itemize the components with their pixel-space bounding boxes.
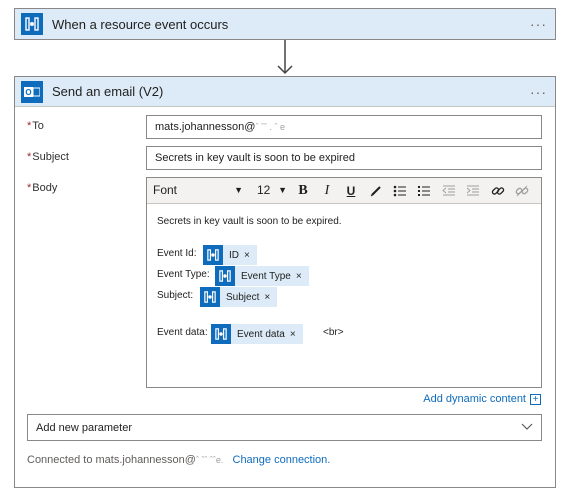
add-dynamic-content-label: Add dynamic content xyxy=(423,393,526,405)
to-value: mats.johannesson@ xyxy=(155,121,256,133)
more-options-icon[interactable]: ··· xyxy=(530,16,547,32)
to-label: *To xyxy=(27,120,44,132)
link-icon xyxy=(491,187,505,195)
down-arrow-icon xyxy=(277,40,293,75)
trigger-title: When a resource event occurs xyxy=(52,16,229,32)
bullet-list-icon xyxy=(393,185,406,197)
bold-button[interactable]: B xyxy=(293,181,313,201)
connection-redacted: ˆ ˆˆ ˆˆe. xyxy=(195,455,224,465)
event-grid-icon xyxy=(203,245,223,265)
trigger-card[interactable]: When a resource event occurs ··· xyxy=(14,8,556,40)
event-id-label: Event Id: xyxy=(157,248,197,259)
add-dynamic-content-link[interactable]: Add dynamic content + xyxy=(423,393,541,405)
italic-button[interactable]: I xyxy=(317,181,337,201)
increase-indent-button[interactable] xyxy=(463,181,483,201)
event-grid-icon xyxy=(200,287,220,307)
subject-field[interactable]: Secrets in key vault is soon to be expir… xyxy=(146,146,542,170)
caret-down-icon: ▼ xyxy=(278,185,287,195)
pen-icon xyxy=(370,186,381,197)
body-label-text: Body xyxy=(32,182,58,194)
event-grid-icon xyxy=(215,266,235,286)
remove-token-icon[interactable]: × xyxy=(264,292,270,303)
subject-value: Secrets in key vault is soon to be expir… xyxy=(155,152,355,164)
numbered-list-button[interactable] xyxy=(414,181,434,201)
required-marker: * xyxy=(27,151,32,163)
dynamic-token-event-type[interactable]: Event Type × xyxy=(215,266,309,286)
to-label-text: To xyxy=(32,120,44,132)
font-size-select[interactable]: 12 ▼ xyxy=(257,183,287,197)
required-marker: * xyxy=(27,182,32,194)
event-data-label: Event data: xyxy=(157,327,208,338)
subject-label: *Subject xyxy=(27,151,69,163)
bullet-list-button[interactable] xyxy=(390,181,410,201)
connection-info: Connected to mats.johannesson@ˆ ˆˆ ˆˆe. … xyxy=(27,454,330,466)
indent-icon xyxy=(466,185,479,196)
change-connection-link[interactable]: Change connection. xyxy=(233,454,331,466)
outlook-icon: O xyxy=(21,80,43,103)
event-grid-icon xyxy=(211,324,231,344)
token-label: Event Type xyxy=(241,270,291,282)
to-redacted: ˆ ˇˇ . ˆ e xyxy=(255,122,285,132)
body-editor[interactable]: Font ▼ 12 ▼ B I U Secrets in key vault i… xyxy=(146,177,542,388)
br-tag: <br> xyxy=(323,327,344,338)
dynamic-token-id[interactable]: ID × xyxy=(203,245,257,265)
add-new-parameter-label: Add new parameter xyxy=(36,422,132,434)
unlink-icon xyxy=(515,185,529,197)
chevron-down-icon xyxy=(521,423,533,430)
decrease-indent-button[interactable] xyxy=(439,181,459,201)
to-field[interactable]: mats.johannesson@ˆ ˇˇ . ˆ e xyxy=(146,115,542,139)
token-label: Subject xyxy=(226,291,260,303)
action-title: Send an email (V2) xyxy=(52,84,164,99)
remove-token-icon[interactable]: × xyxy=(290,329,296,340)
highlight-button[interactable] xyxy=(366,181,386,201)
subject-body-label: Subject: xyxy=(157,290,194,301)
caret-down-icon: ▼ xyxy=(234,185,243,195)
link-button[interactable] xyxy=(488,181,508,201)
editor-toolbar: Font ▼ 12 ▼ B I U xyxy=(147,178,541,204)
font-value: Font xyxy=(153,183,178,197)
svg-text:O: O xyxy=(25,88,31,97)
font-select[interactable]: Font ▼ xyxy=(153,183,243,197)
remove-token-icon[interactable]: × xyxy=(244,250,250,261)
connection-text: Connected to mats.johannesson@ xyxy=(27,454,196,466)
send-email-card: O Send an email (V2) ··· *To mats.johann… xyxy=(14,76,556,488)
numbered-list-icon xyxy=(418,186,430,196)
plus-icon: + xyxy=(530,393,541,405)
dynamic-token-event-data[interactable]: Event data × xyxy=(211,324,303,344)
token-label: Event data xyxy=(237,328,285,340)
event-type-label: Event Type: xyxy=(157,269,210,280)
remove-token-icon[interactable]: × xyxy=(296,271,302,282)
underline-button[interactable]: U xyxy=(341,181,361,201)
unlink-button[interactable] xyxy=(512,181,532,201)
add-new-parameter-dropdown[interactable]: Add new parameter xyxy=(27,414,542,441)
body-intro: Secrets in key vault is soon to be expir… xyxy=(157,216,342,227)
body-label: *Body xyxy=(27,182,57,194)
send-email-header[interactable]: O Send an email (V2) ··· xyxy=(15,77,555,107)
subject-label-text: Subject xyxy=(32,151,69,163)
dynamic-token-subject[interactable]: Subject × xyxy=(200,287,278,307)
outdent-icon xyxy=(442,185,455,196)
event-grid-icon xyxy=(21,13,43,35)
more-options-icon[interactable]: ··· xyxy=(530,84,547,100)
font-size-value: 12 xyxy=(257,183,271,197)
token-label: ID xyxy=(229,249,239,261)
required-marker: * xyxy=(27,120,32,132)
